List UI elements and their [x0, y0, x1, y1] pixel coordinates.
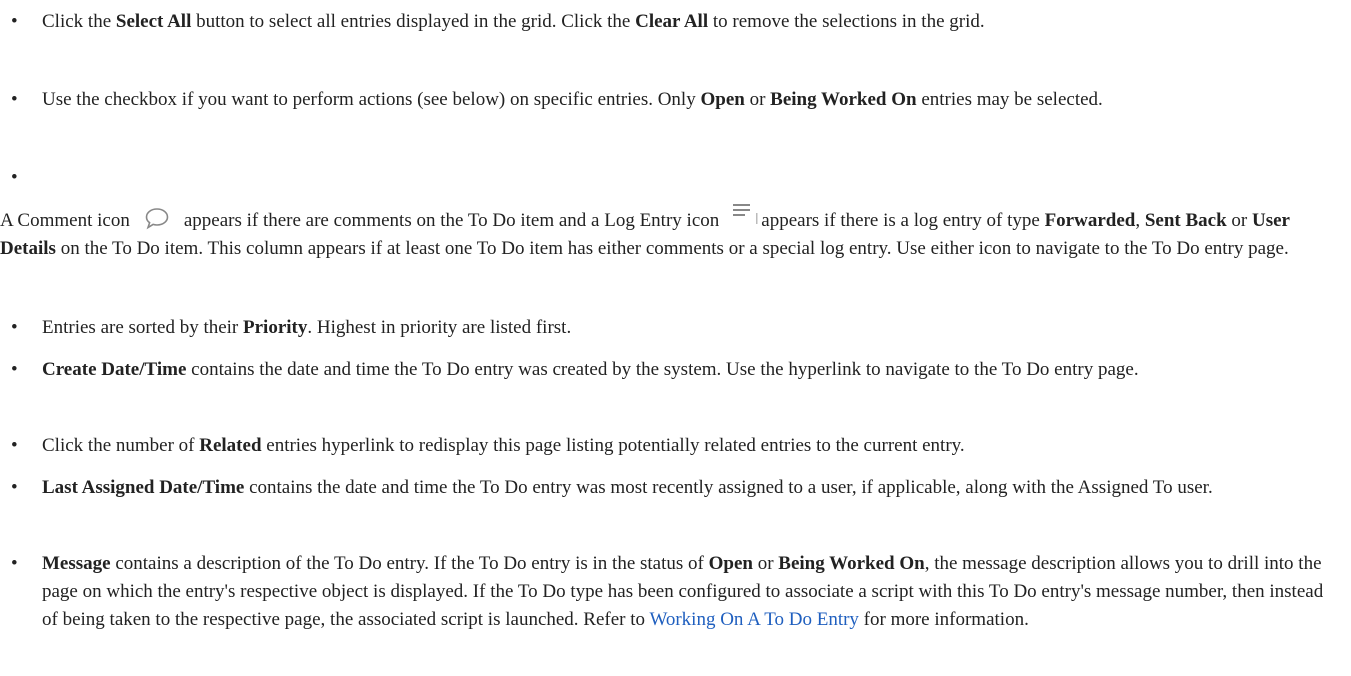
body-text: entries hyperlink to redisplay this page…: [261, 435, 965, 456]
body-text: button to select all entries displayed i…: [191, 11, 636, 32]
list-item-text: Use the checkbox if you want to perform …: [42, 86, 1330, 114]
bold-term: Priority: [243, 317, 308, 338]
body-text: to remove the selections in the grid.: [708, 11, 985, 32]
body-text: Entries are sorted by their: [42, 317, 244, 338]
bullet-dot: •: [11, 477, 18, 498]
body-text: A Comment icon: [0, 210, 130, 231]
bullet-dot: •: [11, 167, 18, 188]
list-item-text: Click the number of Related entries hype…: [42, 432, 1330, 460]
bold-term: Related: [199, 435, 262, 456]
comment-icon[interactable]: [144, 206, 170, 232]
body-text: Use the checkbox if you want to perform …: [42, 89, 701, 110]
bold-term: Clear All: [635, 11, 709, 32]
bold-term: Sent Back: [1144, 210, 1227, 231]
bold-term: Forwarded: [1044, 210, 1136, 231]
bullet-dot: •: [11, 11, 18, 32]
list-item-text: Message contains a description of the To…: [42, 550, 1330, 634]
body-text: or: [752, 553, 779, 574]
list-item-text: Entries are sorted by their Priority. Hi…: [42, 314, 1330, 342]
bold-term: Open: [700, 89, 745, 110]
bullet-dot: •: [11, 553, 18, 574]
body-text: or: [744, 89, 771, 110]
bold-term: Open: [708, 553, 753, 574]
bullet-dot: •: [11, 435, 18, 456]
bold-term: Being Worked On: [778, 553, 925, 574]
body-text: ,: [1135, 210, 1145, 231]
bold-term: Create Date/Time: [42, 359, 187, 380]
body-text: entries may be selected.: [916, 89, 1103, 110]
body-text: appears if there is a log entry of type: [761, 210, 1045, 231]
body-text: . Highest in priority are listed first.: [307, 317, 572, 338]
list-item-text: Click the Select All button to select al…: [42, 8, 1330, 36]
body-text: contains a description of the To Do entr…: [110, 553, 709, 574]
bullet-dot: •: [11, 317, 18, 338]
working-on-todo-entry-link[interactable]: Working On A To Do Entry: [649, 609, 858, 630]
bullet-dot: •: [11, 89, 18, 110]
body-text: on the To Do item. This column appears i…: [55, 238, 1289, 259]
bullet-dot: •: [11, 359, 18, 380]
body-text: Click the: [42, 11, 116, 32]
body-text: or: [1226, 210, 1252, 231]
body-text: appears if there are comments on the To …: [183, 210, 720, 231]
help-document: • Click the Select All button to select …: [0, 0, 1351, 676]
body-text: Click the number of: [42, 435, 200, 456]
body-text: contains the date and time the To Do ent…: [244, 477, 1213, 498]
bold-term: Being Worked On: [770, 89, 917, 110]
list-item-text: Last Assigned Date/Time contains the dat…: [42, 474, 1330, 502]
bold-term: Last Assigned Date/Time: [42, 477, 245, 498]
list-item-text: A Comment icon appears if there are comme…: [0, 200, 1330, 263]
body-text: contains the date and time the To Do ent…: [186, 359, 1139, 380]
log-entry-icon[interactable]: [731, 200, 761, 226]
bold-term: Message: [42, 553, 111, 574]
body-text: for more information.: [858, 609, 1029, 630]
bold-term: Select All: [115, 11, 192, 32]
list-item-text: Create Date/Time contains the date and t…: [42, 356, 1330, 384]
